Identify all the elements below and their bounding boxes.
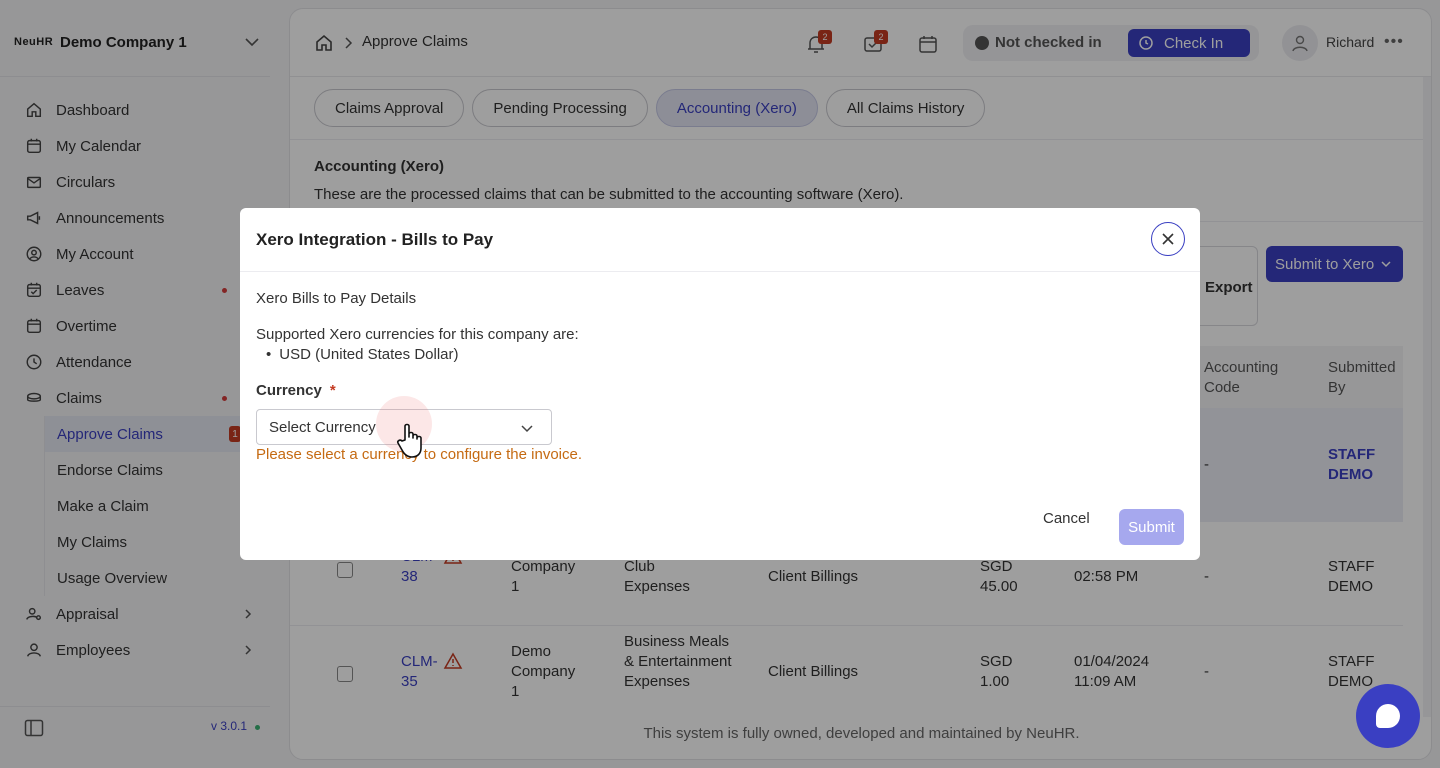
chat-launcher-button[interactable]: [1356, 684, 1420, 748]
cancel-button[interactable]: Cancel: [1043, 510, 1090, 527]
currency-label-text: Currency: [256, 382, 322, 399]
currency-label: Currency *: [256, 382, 336, 399]
chevron-down-icon: [521, 425, 533, 433]
dialog-title: Xero Integration - Bills to Pay: [256, 230, 494, 249]
xero-integration-dialog: Xero Integration - Bills to Pay Xero Bil…: [240, 208, 1200, 560]
hand-cursor-icon: [397, 423, 422, 458]
currency-list-item: USD (United States Dollar): [266, 346, 458, 363]
divider: [240, 271, 1200, 272]
supported-currencies-text: Supported Xero currencies for this compa…: [256, 326, 579, 343]
required-mark: *: [329, 382, 336, 399]
details-heading: Xero Bills to Pay Details: [256, 290, 417, 307]
submit-button[interactable]: Submit: [1119, 509, 1184, 545]
currency-select-value: Select Currency: [269, 418, 376, 436]
close-button[interactable]: [1151, 222, 1185, 256]
close-icon: [1162, 233, 1174, 245]
